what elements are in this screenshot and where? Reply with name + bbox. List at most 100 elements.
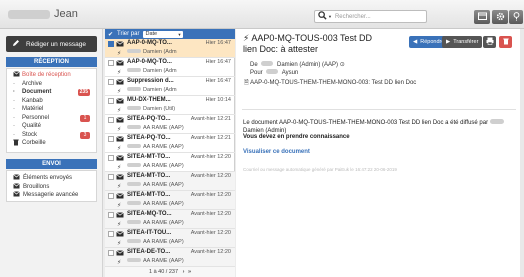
- message-row[interactable]: ⚡ SITEA-PQ-TO... AA RAME (AAP) Avant-hier 1…: [105, 115, 235, 134]
- divider: [242, 109, 516, 110]
- message-row[interactable]: ⚡ AAP-0-MQ-TO... Damien (Adm Hier 16:47: [105, 58, 235, 77]
- folder-label: Kanbab: [22, 97, 43, 104]
- from-line: De Damien (Admin) (AAP) ⊙: [250, 61, 345, 68]
- search-dropdown-icon[interactable]: ▼: [328, 14, 332, 19]
- envelope-icon: [116, 193, 124, 199]
- row-checkbox[interactable]: [108, 231, 114, 237]
- message-subject: AAP-0-MQ-TO...: [127, 59, 172, 65]
- message-sender: AA RAME (AAP): [127, 258, 184, 264]
- search-icon[interactable]: [318, 11, 327, 22]
- scrollbar[interactable]: [520, 29, 524, 277]
- row-checkbox[interactable]: [108, 250, 114, 256]
- message-subject: SITEA-MQ-TO...: [127, 211, 172, 217]
- sort-select[interactable]: Date: [143, 30, 184, 38]
- row-checkbox[interactable]: [108, 98, 114, 104]
- folder-stock[interactable]: · Stock 3: [7, 131, 96, 140]
- next-page-icon[interactable]: ›: [183, 269, 185, 275]
- attachment-line[interactable]: 🗎 AAP-0-MQ-TOUS-THEM-THEM-MONO-003: Test…: [244, 78, 416, 88]
- message-row[interactable]: ⚡ SITEA-MT-TO... AA RAME (AAP) Avant-hier 1…: [105, 191, 235, 210]
- message-subject: SITEA-PQ-TO...: [127, 135, 171, 141]
- message-time: Avant-hier 12:20: [190, 211, 231, 217]
- message-subject: SITEA-IT-TOU...: [127, 230, 172, 236]
- trash-icon: [502, 38, 509, 47]
- row-checkbox[interactable]: [108, 60, 114, 66]
- folder-inbox[interactable]: Boîte de réception: [7, 71, 96, 80]
- folder-drafts[interactable]: Brouillons: [7, 182, 96, 192]
- user-avatar: [8, 9, 50, 19]
- message-sender: AA RAME (AAP): [127, 182, 184, 188]
- help-button[interactable]: [509, 10, 523, 24]
- sender-name: AA RAME (AAP): [143, 163, 184, 169]
- calendar-button[interactable]: [474, 10, 490, 24]
- folder-label: Archive: [22, 80, 43, 87]
- folder-sent[interactable]: Éléments envoyés: [7, 174, 96, 183]
- search-box[interactable]: ▼ Rechercher...: [314, 10, 427, 23]
- help-icon: [513, 11, 520, 23]
- forward-label: Transférer: [453, 39, 479, 45]
- message-row[interactable]: ⚡ SITEA-MQ-TO... AA RAME (AAP) Avant-hier 1…: [105, 210, 235, 229]
- message-row[interactable]: ⚡ SITEA-MT-TO... AA RAME (AAP) Avant-hier 1…: [105, 172, 235, 191]
- message-sender: Damien (Adm: [127, 68, 177, 74]
- message-sender: AA RAME (AAP): [127, 125, 184, 131]
- attachment-name: AAP-0-MQ-TOUS-THEM-THEM-MONO-003: Test D…: [250, 80, 417, 86]
- folder-label: Corbeille: [22, 140, 46, 147]
- user-name-label: Jean: [54, 8, 78, 20]
- to-value[interactable]: Aysun: [282, 70, 299, 76]
- folder-document[interactable]: · Document 235: [7, 88, 96, 97]
- from-value[interactable]: Damien (Admin) (AAP): [277, 62, 338, 68]
- folder-trash[interactable]: Corbeille: [7, 139, 96, 148]
- message-time: Avant-hier 12:20: [190, 230, 231, 236]
- envelope-advanced-icon: [13, 191, 20, 199]
- row-checkbox[interactable]: [108, 212, 114, 218]
- sidebar: Rédiger un message RÉCEPTION Boîte de ré…: [0, 29, 103, 277]
- reply-label: Répondre: [420, 39, 445, 45]
- sender-redacted: [127, 239, 141, 243]
- folder-kanbab[interactable]: · Kanbab: [7, 97, 96, 106]
- forward-button[interactable]: ▶ Transférer: [442, 36, 483, 48]
- folder-materiel[interactable]: · Matériel: [7, 105, 96, 114]
- row-checkbox[interactable]: [108, 41, 114, 47]
- message-row[interactable]: ⚡ SITEA-PQ-TO... AA RAME (AAP) Avant-hier 1…: [105, 134, 235, 153]
- folder-personnel[interactable]: · Personnel 1: [7, 114, 96, 123]
- sender-name: Damien (Util): [143, 106, 176, 112]
- flash-icon: ⚡: [117, 260, 122, 266]
- view-document-link[interactable]: Visualiser ce document: [243, 149, 310, 155]
- row-checkbox[interactable]: [108, 117, 114, 123]
- row-checkbox[interactable]: [108, 79, 114, 85]
- sender-redacted: [127, 163, 141, 167]
- message-subject: SITEA-MT-TO...: [127, 154, 171, 160]
- info-icon[interactable]: ⊙: [340, 62, 345, 68]
- folder-label: Éléments envoyés: [23, 175, 73, 182]
- row-checkbox[interactable]: [108, 136, 114, 142]
- sender-name: AA RAME (AAP): [143, 201, 184, 207]
- row-checkbox[interactable]: [108, 193, 114, 199]
- row-checkbox[interactable]: [108, 174, 114, 180]
- envelope-icon: [116, 60, 124, 66]
- message-row[interactable]: ⚡ MU-DX-THEM... Damien (Util) Hier 10:14: [105, 96, 235, 115]
- message-row[interactable]: ⚡ AAP-0-MQ-TO... Damien (Adm Hier 16:47: [105, 39, 235, 58]
- folder-archive[interactable]: · Archive: [7, 80, 96, 89]
- search-input[interactable]: Rechercher...: [335, 14, 371, 20]
- message-row[interactable]: ⚡ SITEA-IT-TOU... AA RAME (AAP) Avant-hier …: [105, 229, 235, 248]
- folder-qualite[interactable]: · Qualité: [7, 122, 96, 131]
- message-row[interactable]: ⚡ SITEA-DE-TO... AA RAME (AAP) Avant-hier 1…: [105, 248, 235, 267]
- message-subject: Suppression d...: [127, 78, 174, 84]
- settings-button[interactable]: [492, 10, 508, 24]
- sender-name: AA RAME (AAP): [143, 182, 184, 188]
- message-subject: MU-DX-THEM...: [127, 97, 171, 103]
- body-redacted: [489, 119, 504, 124]
- select-all-checkbox[interactable]: ✔: [108, 31, 113, 38]
- envoi-title: ENVOI: [6, 159, 97, 169]
- delete-button[interactable]: [499, 36, 512, 48]
- flash-icon: ⚡: [117, 203, 122, 209]
- sender-name: Damien (Adm: [143, 68, 177, 74]
- message-row[interactable]: ⚡ SITEA-MT-TO... AA RAME (AAP) Avant-hier 1…: [105, 153, 235, 172]
- user-name[interactable]: Jean: [8, 5, 78, 23]
- last-page-icon[interactable]: »: [188, 269, 191, 275]
- message-subject: SITEA-DE-TO...: [127, 249, 171, 255]
- print-button[interactable]: [483, 36, 496, 48]
- message-row[interactable]: ⚡ Suppression d... Damien (Adm Hier 16:47: [105, 77, 235, 96]
- folder-advanced[interactable]: Messagerie avancée: [7, 191, 96, 200]
- row-checkbox[interactable]: [108, 155, 114, 161]
- compose-button[interactable]: Rédiger un message: [6, 36, 97, 52]
